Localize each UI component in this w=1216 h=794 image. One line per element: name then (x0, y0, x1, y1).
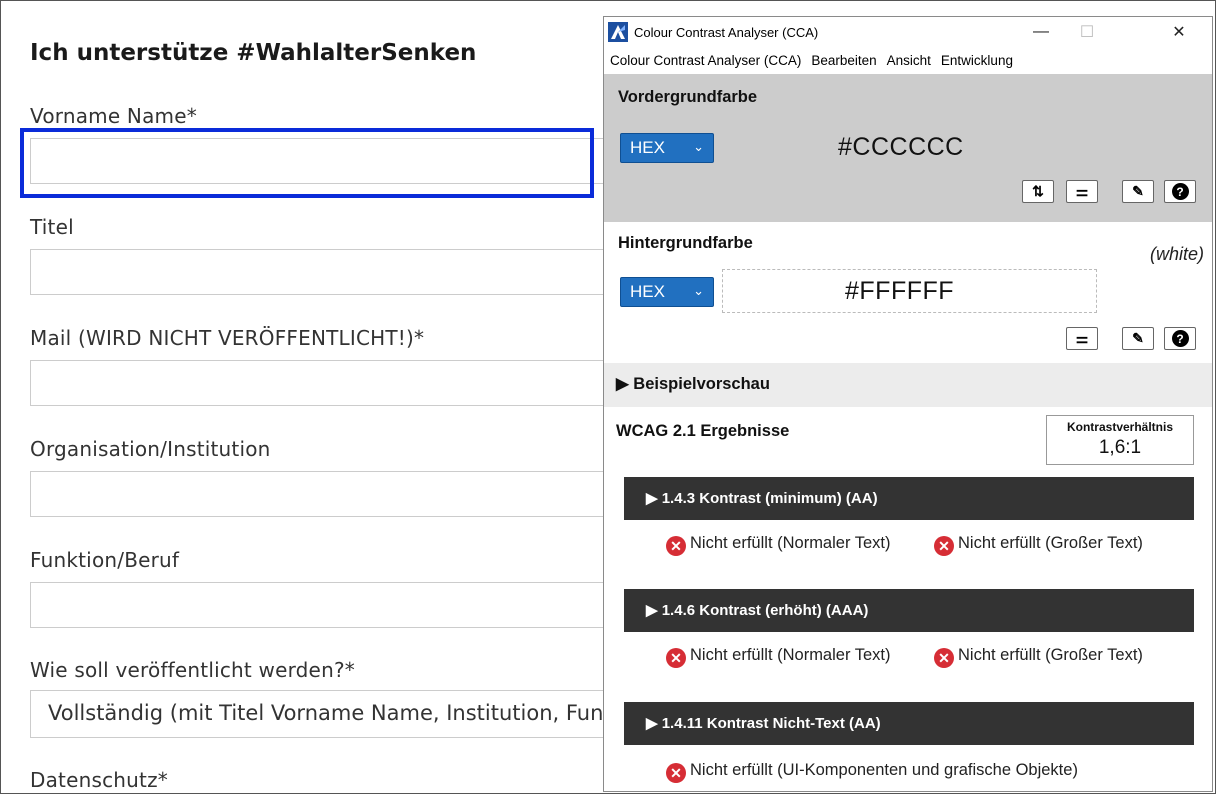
result-normal-text: ✕ Nicht erfüllt (Normaler Text) (666, 645, 932, 668)
criterion-1-4-3-toggle[interactable]: ▶ 1.4.3 Kontrast (minimum) (AA) (624, 477, 1194, 520)
title-bar[interactable]: Colour Contrast Analyser (CCA) — ☐ ✕ (604, 17, 1212, 47)
criterion-title: 1.4.11 Kontrast Nicht-Text (AA) (661, 715, 881, 732)
expand-triangle-icon: ▶ (646, 715, 658, 732)
preview-toggle[interactable]: ▶ Beispielvorschau (604, 363, 1212, 407)
fail-icon: ✕ (666, 536, 686, 556)
form-title: Ich unterstütze #WahlalterSenken (30, 40, 477, 66)
result-normal-text: ✕ Nicht erfüllt (Normaler Text) (666, 533, 932, 556)
close-icon[interactable]: ✕ (1156, 17, 1202, 47)
foreground-format-value: HEX (630, 138, 665, 157)
result-label: Nicht erfüllt (Großer Text) (958, 534, 1143, 552)
background-hex-input[interactable]: #FFFFFF (722, 269, 1097, 313)
function-label: Funktion/Beruf (30, 548, 180, 572)
help-glyph: ? (1171, 330, 1189, 347)
name-label: Vorname Name* (30, 104, 197, 128)
result-large-text: ✕ Nicht erfüllt (Großer Text) (934, 533, 1204, 556)
chevron-down-icon: ⌄ (693, 139, 704, 154)
result-large-text: ✕ Nicht erfüllt (Großer Text) (934, 645, 1204, 668)
foreground-heading: Vordergrundfarbe (618, 88, 758, 106)
background-panel: Hintergrundfarbe (white) HEX ⌄ #FFFFFF ⚌… (604, 222, 1212, 362)
fail-icon: ✕ (666, 763, 686, 783)
criterion-title: 1.4.6 Kontrast (erhöht) (AAA) (661, 602, 869, 619)
background-format-select[interactable]: HEX ⌄ (620, 277, 714, 307)
expand-triangle-icon: ▶ (616, 375, 629, 393)
fail-icon: ✕ (934, 648, 954, 668)
help-icon[interactable]: ? (1164, 327, 1196, 350)
publish-label: Wie soll veröffentlicht werden?* (30, 658, 355, 682)
swap-colors-icon[interactable]: ⇅ (1022, 180, 1054, 203)
expand-triangle-icon: ▶ (646, 490, 658, 507)
criterion-1-4-11-toggle[interactable]: ▶ 1.4.11 Kontrast Nicht-Text (AA) (624, 702, 1194, 745)
contrast-ratio-value: 1,6:1 (1098, 437, 1142, 458)
sliders-icon[interactable]: ⚌ (1066, 180, 1098, 203)
preview-label: Beispielvorschau (633, 375, 770, 393)
menu-development[interactable]: Entwicklung (941, 53, 1013, 68)
contrast-ratio-box: Kontrastverhältnis 1,6:1 (1046, 415, 1194, 465)
foreground-hex-input[interactable]: #CCCCCC (838, 133, 964, 162)
criterion-1-4-6-toggle[interactable]: ▶ 1.4.6 Kontrast (erhöht) (AAA) (624, 589, 1194, 632)
result-label: Nicht erfüllt (Normaler Text) (690, 534, 891, 552)
maximize-icon[interactable]: ☐ (1064, 17, 1110, 47)
expand-triangle-icon: ▶ (646, 602, 658, 619)
result-label: Nicht erfüllt (UI-Komponenten und grafis… (690, 761, 1078, 779)
menu-bar: Colour Contrast Analyser (CCA) Bearbeite… (604, 47, 1212, 73)
focus-indicator (20, 128, 594, 198)
privacy-label: Datenschutz* (30, 768, 168, 792)
fail-icon: ✕ (934, 536, 954, 556)
cca-app-icon (608, 22, 628, 42)
fail-icon: ✕ (666, 648, 686, 668)
result-label: Nicht erfüllt (Normaler Text) (690, 646, 891, 664)
result-ui-components: ✕ Nicht erfüllt (UI-Komponenten und grafi… (666, 760, 1206, 783)
organisation-label: Organisation/Institution (30, 437, 271, 461)
menu-edit[interactable]: Bearbeiten (811, 53, 876, 68)
organisation-input[interactable] (30, 471, 630, 517)
help-glyph: ? (1171, 183, 1189, 200)
help-icon[interactable]: ? (1164, 180, 1196, 203)
minimize-icon[interactable]: — (1018, 17, 1064, 47)
cca-window: Colour Contrast Analyser (CCA) — ☐ ✕ Col… (603, 16, 1213, 792)
mail-input[interactable] (30, 360, 630, 406)
eyedropper-icon[interactable]: ✎ (1122, 180, 1154, 203)
foreground-format-select[interactable]: HEX ⌄ (620, 133, 714, 163)
menu-view[interactable]: Ansicht (887, 53, 931, 68)
background-color-name: (white) (1149, 244, 1204, 264)
results-heading: WCAG 2.1 Ergebnisse (616, 422, 790, 440)
background-hex-value: #FFFFFF (845, 277, 955, 305)
contrast-ratio-label: Kontrastverhältnis (1066, 420, 1174, 434)
mail-label: Mail (WIRD NICHT VERÖFFENTLICHT!)* (30, 326, 425, 350)
background-format-value: HEX (630, 282, 665, 301)
background-heading: Hintergrundfarbe (618, 234, 753, 252)
sliders-icon[interactable]: ⚌ (1066, 327, 1098, 350)
result-label: Nicht erfüllt (Großer Text) (958, 646, 1143, 664)
eyedropper-icon[interactable]: ✎ (1122, 327, 1154, 350)
foreground-panel: Vordergrundfarbe HEX ⌄ #CCCCCC ⇅ ⚌ ✎ ? (604, 74, 1212, 222)
window-title: Colour Contrast Analyser (CCA) (634, 24, 819, 40)
criterion-title: 1.4.3 Kontrast (minimum) (AA) (661, 490, 878, 507)
title-label: Titel (30, 215, 74, 239)
chevron-down-icon: ⌄ (693, 283, 704, 298)
menu-app[interactable]: Colour Contrast Analyser (CCA) (610, 53, 801, 68)
function-input[interactable] (30, 582, 630, 628)
publish-select[interactable]: Vollständig (mit Titel Vorname Name, Ins… (30, 690, 630, 738)
title-input[interactable] (30, 249, 630, 295)
